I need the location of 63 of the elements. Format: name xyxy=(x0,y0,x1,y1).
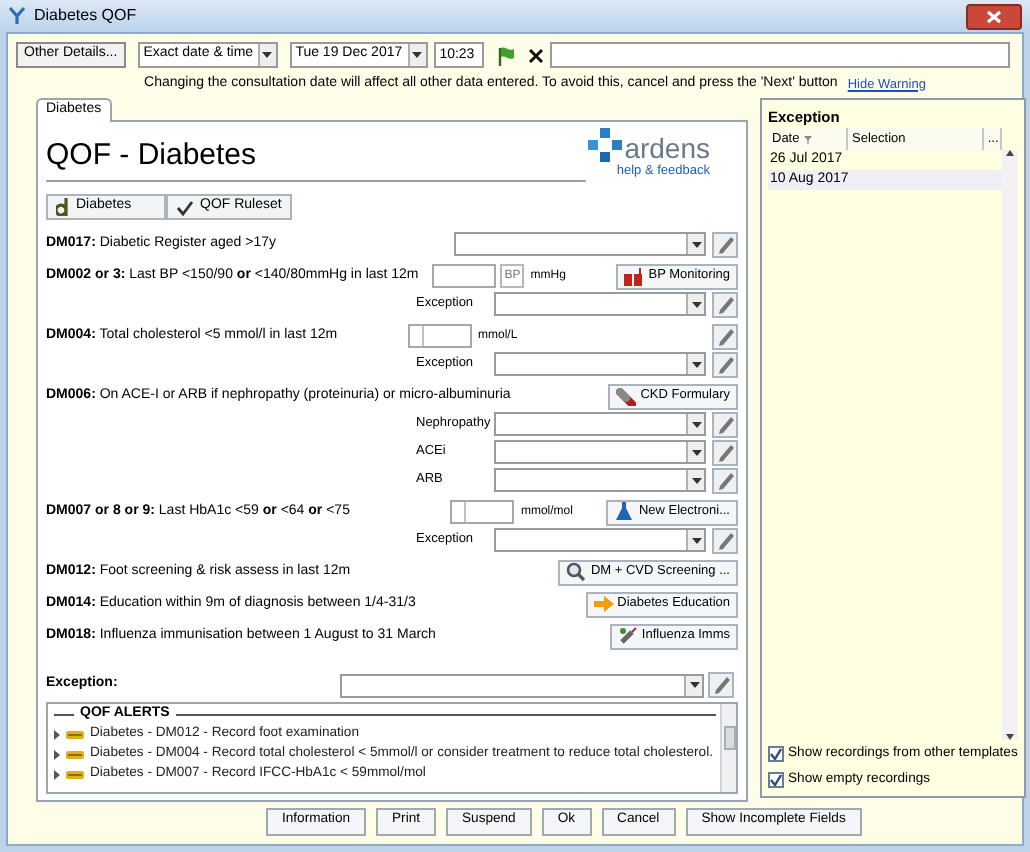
value-field[interactable] xyxy=(408,324,472,348)
logo-text: ardens xyxy=(624,134,710,162)
close-icon[interactable] xyxy=(527,47,544,63)
value-field[interactable] xyxy=(432,264,497,288)
dropdown-arrow-icon xyxy=(691,241,701,247)
checkbox[interactable] xyxy=(768,746,784,762)
dropdown[interactable] xyxy=(494,440,706,464)
pencil-icon xyxy=(717,531,733,549)
edit-button[interactable] xyxy=(712,527,738,553)
check-icon xyxy=(176,199,194,215)
logo-icon xyxy=(588,128,623,162)
scroll-down-icon xyxy=(1005,734,1014,740)
scrollbar[interactable] xyxy=(1001,150,1018,740)
edit-button[interactable] xyxy=(712,351,738,377)
dropdown[interactable] xyxy=(494,468,706,492)
search-icon xyxy=(566,562,587,582)
edit-button[interactable] xyxy=(712,323,738,349)
dropdown[interactable] xyxy=(494,528,706,552)
qof-icon xyxy=(66,749,84,759)
edit-button[interactable] xyxy=(712,439,738,465)
dropdown-arrow-icon xyxy=(262,52,273,58)
edit-button[interactable] xyxy=(712,291,738,317)
value-field[interactable] xyxy=(450,500,515,524)
bp-icon xyxy=(624,267,645,285)
close-icon xyxy=(986,9,1002,23)
app-icon xyxy=(8,6,26,26)
text-field[interactable] xyxy=(549,42,1010,68)
dropdown-arrow-icon xyxy=(691,477,701,483)
dropdown-arrow-icon xyxy=(689,682,699,688)
syringe-icon xyxy=(617,626,638,646)
edit-button[interactable] xyxy=(712,231,738,257)
flask-icon xyxy=(614,502,635,522)
pencil-icon xyxy=(717,235,733,253)
pencil-icon xyxy=(713,676,729,694)
dropdown-arrow-icon xyxy=(691,537,701,543)
edit-button[interactable] xyxy=(708,672,734,698)
dropdown[interactable] xyxy=(454,232,706,256)
filter-icon xyxy=(803,135,812,143)
dropdown-arrow-icon xyxy=(691,301,701,307)
checkbox[interactable] xyxy=(768,772,784,788)
qof-icon xyxy=(66,729,84,739)
dropdown[interactable] xyxy=(494,352,706,376)
edit-button[interactable] xyxy=(712,467,738,493)
check-icon xyxy=(770,748,782,760)
dropdown[interactable] xyxy=(494,292,706,316)
dropdown-arrow-icon xyxy=(691,449,701,455)
letter-icon xyxy=(56,198,70,216)
edit-button[interactable] xyxy=(712,411,738,437)
arrow-icon xyxy=(593,596,614,612)
dropdown-arrow-icon xyxy=(691,421,701,427)
scroll-up-icon xyxy=(1005,150,1014,156)
dropdown-arrow-icon xyxy=(691,361,701,367)
flag-icon[interactable] xyxy=(495,45,516,65)
check-icon xyxy=(770,774,782,786)
scrollbar[interactable] xyxy=(720,704,736,792)
dropdown[interactable] xyxy=(494,412,706,436)
qof-icon xyxy=(66,769,84,779)
window-title: Diabetes QOF xyxy=(34,4,137,28)
form-title: QOF - Diabetes xyxy=(46,138,259,174)
dropdown[interactable] xyxy=(340,673,704,697)
pill-icon xyxy=(616,387,637,405)
dropdown-arrow-icon xyxy=(412,52,423,58)
close-button[interactable] xyxy=(966,3,1022,29)
